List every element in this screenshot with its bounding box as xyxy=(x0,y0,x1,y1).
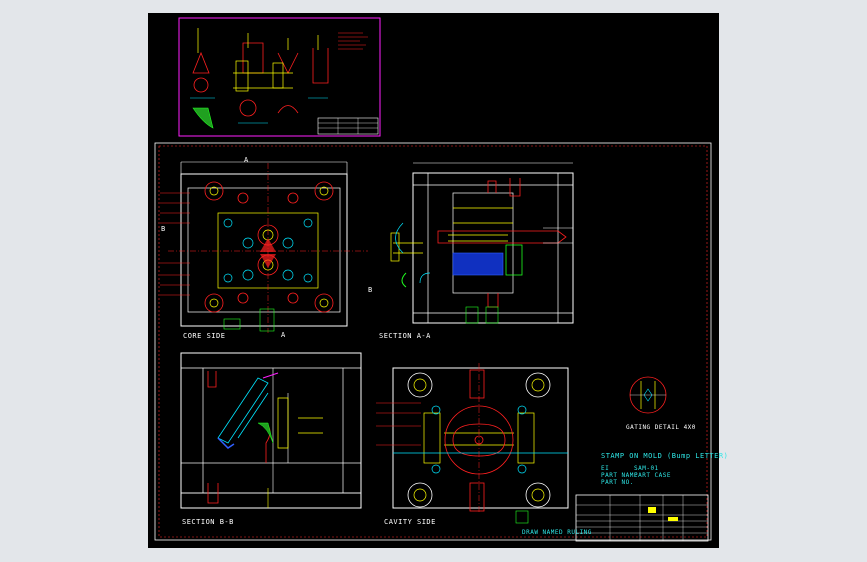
cavity-side-view xyxy=(376,363,569,524)
stamp-note: STAMP ON MOLD (Bump LETTER) xyxy=(601,452,729,460)
note-row1-b: SAM-01 xyxy=(634,465,659,472)
note-row2-b: PART CASE xyxy=(634,472,672,479)
section-mark-a-top: A xyxy=(244,156,249,164)
reference-thumbnail xyxy=(178,17,381,137)
note-row1-a: EI xyxy=(601,465,610,472)
gating-detail-view xyxy=(629,376,667,414)
section-bb-view xyxy=(180,352,362,509)
note-row3-a: PART NO. xyxy=(601,479,634,486)
core-side-view xyxy=(160,161,368,333)
title-block xyxy=(575,494,709,542)
section-aa-view xyxy=(390,162,574,324)
section-mark-b-left: B xyxy=(161,225,166,233)
note-row2-a: PART NAME xyxy=(601,472,639,479)
section-aa-title: SECTION A-A xyxy=(379,332,431,340)
drawing-sheet: A A B B CORE SIDE SECTION A-A SECTION B-… xyxy=(148,13,728,548)
section-bb-title: SECTION B-B xyxy=(182,518,234,526)
cavity-side-title: CAVITY SIDE xyxy=(384,518,436,526)
section-mark-b-right: B xyxy=(368,286,373,294)
gating-detail-title: GATING DETAIL 4X0 xyxy=(626,424,696,431)
core-side-title: CORE SIDE xyxy=(183,332,226,340)
footer-note: DRAW NAMED RULING xyxy=(522,529,592,536)
section-mark-a-bottom: A xyxy=(281,331,286,339)
